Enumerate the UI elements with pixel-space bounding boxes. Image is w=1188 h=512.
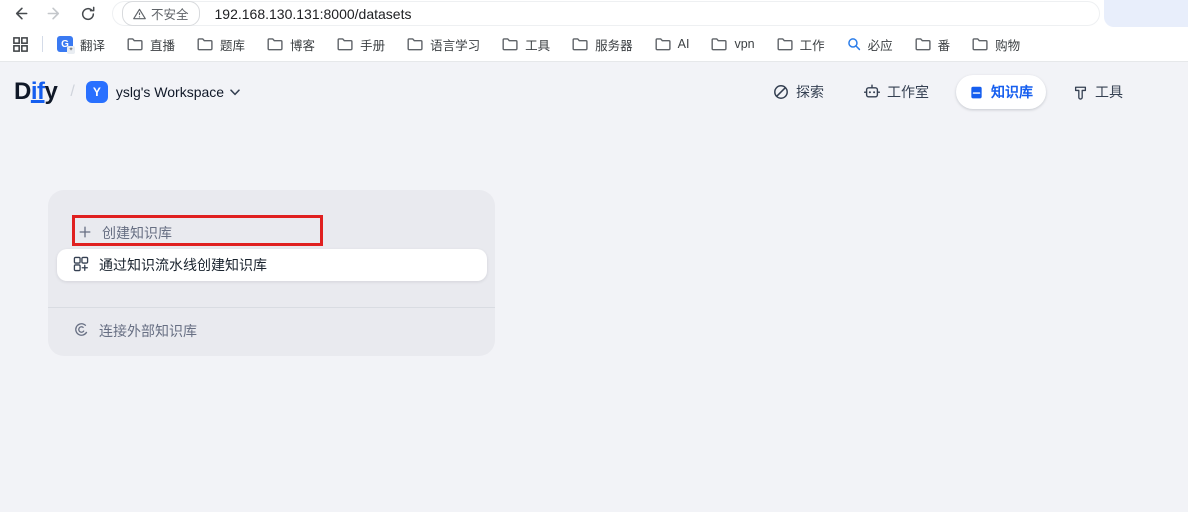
bookmark-label: AI: [678, 37, 690, 51]
folder-icon: [915, 37, 931, 51]
bookmark-item[interactable]: vpn: [711, 37, 754, 51]
bookmark-item[interactable]: 直播: [127, 35, 175, 54]
translate-icon: G✦: [57, 36, 73, 52]
menu-divider: [48, 307, 495, 308]
nav-label: 工具: [1095, 82, 1123, 102]
back-icon[interactable]: [12, 5, 29, 22]
browser-toolbar: 不安全 192.168.130.131:8000/datasets: [0, 0, 1188, 27]
folder-icon: [407, 37, 423, 51]
bookmark-label: 题库: [220, 35, 245, 54]
breadcrumb-separator: /: [70, 83, 74, 101]
folder-icon: [127, 37, 143, 51]
security-label: 不安全: [151, 4, 189, 23]
bookmark-label: vpn: [734, 37, 754, 51]
plus-icon: [78, 225, 92, 242]
workspace-selector[interactable]: Y yslg's Workspace: [86, 81, 240, 103]
app-page: Dify / Y yslg's Workspace 探索: [0, 62, 1188, 512]
explore-icon: [773, 84, 789, 100]
folder-icon: [572, 37, 588, 51]
bookmark-item[interactable]: 购物: [972, 35, 1020, 54]
pipeline-blocks-icon: [73, 256, 89, 275]
bookmarks-bar: G✦ 翻译 直播 题库 博客 手册 语言学习 工具 服务器 AI vpn 工作 必应 番 购物: [0, 27, 1188, 62]
bookmark-item[interactable]: G✦ 翻译: [57, 35, 105, 54]
tools-icon: [1073, 85, 1088, 100]
folder-icon: [711, 37, 727, 51]
bookmark-label: 手册: [360, 35, 385, 54]
warning-triangle-icon: [133, 8, 146, 20]
translate-icon: G✦: [57, 36, 73, 52]
main-nav: 探索 工作室 知识库 工具: [760, 75, 1136, 109]
bookmark-label: 翻译: [80, 35, 105, 54]
bookmark-label: 必应: [868, 35, 893, 54]
menu-item-connect-external[interactable]: 连接外部知识库: [74, 313, 197, 349]
apps-grid-icon[interactable]: [12, 36, 29, 53]
site-security-chip[interactable]: 不安全: [122, 1, 200, 26]
dify-logo[interactable]: Dify: [14, 78, 57, 106]
app-header: Dify / Y yslg's Workspace 探索: [0, 62, 1188, 122]
bookmark-label: 工作: [800, 35, 825, 54]
folder-icon: [655, 37, 671, 51]
nav-label: 工作室: [887, 82, 929, 102]
workspace-avatar: Y: [86, 81, 108, 103]
nav-label: 探索: [796, 82, 824, 102]
bookmarks-separator: [42, 36, 43, 52]
bookmark-label: 工具: [525, 35, 550, 54]
bookmark-label: 服务器: [595, 35, 633, 54]
create-knowledge-menu: 创建知识库 通过知识流水线创建知识库 连接外部知识库: [48, 190, 495, 356]
book-icon: [969, 85, 984, 100]
folder-icon: [502, 37, 518, 51]
search-icon: [847, 37, 861, 51]
menu-item-label: 连接外部知识库: [99, 321, 197, 341]
menu-item-label: 创建知识库: [102, 223, 172, 243]
folder-icon: [337, 37, 353, 51]
menu-item-label: 通过知识流水线创建知识库: [99, 255, 267, 275]
nav-item-knowledge[interactable]: 知识库: [956, 75, 1046, 109]
bookmark-item[interactable]: 手册: [337, 35, 385, 54]
nav-label: 知识库: [991, 82, 1033, 102]
bookmark-item[interactable]: AI: [655, 37, 690, 51]
url-text[interactable]: 192.168.130.131:8000/datasets: [215, 6, 412, 22]
workspace-name: yslg's Workspace: [116, 84, 224, 100]
address-bar[interactable]: 不安全 192.168.130.131:8000/datasets: [112, 1, 1100, 26]
folder-icon: [972, 37, 988, 51]
target-circles-icon: [74, 322, 89, 340]
bookmark-item[interactable]: 工具: [502, 35, 550, 54]
bookmark-item[interactable]: 服务器: [572, 35, 633, 54]
nav-item-tools[interactable]: 工具: [1060, 75, 1136, 109]
forward-icon[interactable]: [46, 5, 63, 22]
folder-icon: [777, 37, 793, 51]
bookmark-label: 番: [938, 35, 951, 54]
bookmark-item[interactable]: 语言学习: [407, 35, 480, 54]
robot-icon: [864, 84, 880, 100]
menu-item-create-knowledge[interactable]: 创建知识库: [78, 215, 172, 251]
nav-item-studio[interactable]: 工作室: [851, 75, 942, 109]
bookmark-item[interactable]: 工作: [777, 35, 825, 54]
bookmark-item[interactable]: 博客: [267, 35, 315, 54]
bookmark-item[interactable]: 番: [915, 35, 951, 54]
bookmark-item[interactable]: 必应: [847, 35, 893, 54]
nav-item-explore[interactable]: 探索: [760, 75, 837, 109]
bookmark-label: 语言学习: [430, 35, 480, 54]
bookmark-item[interactable]: 题库: [197, 35, 245, 54]
reload-icon[interactable]: [80, 6, 96, 22]
menu-item-create-by-pipeline[interactable]: 通过知识流水线创建知识库: [57, 249, 487, 281]
folder-icon: [197, 37, 213, 51]
chevron-down-icon: [230, 89, 240, 96]
bookmark-label: 购物: [995, 35, 1020, 54]
bookmark-label: 博客: [290, 35, 315, 54]
bookmark-label: 直播: [150, 35, 175, 54]
folder-icon: [267, 37, 283, 51]
toolbar-right-area: [1104, 0, 1188, 27]
